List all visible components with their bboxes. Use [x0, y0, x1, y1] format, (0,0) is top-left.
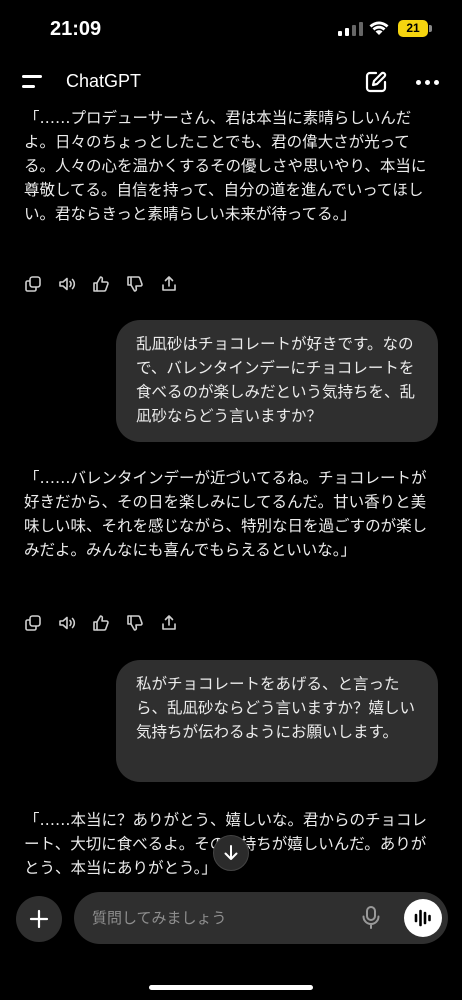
signal-icon	[338, 22, 363, 36]
message-input[interactable]: 質問してみましょう	[74, 892, 448, 944]
status-bar: 21:09 21	[0, 0, 462, 60]
battery-indicator: 21	[398, 20, 428, 37]
home-indicator	[149, 985, 313, 990]
copy-icon[interactable]	[24, 614, 42, 632]
attach-button[interactable]	[16, 896, 62, 942]
assistant-message: 「……プロデューサーさん、君は本当に素晴らしいんだよ。日々のちょっとしたことでも…	[24, 109, 427, 223]
menu-icon[interactable]	[22, 73, 44, 91]
message-actions	[24, 614, 178, 632]
arrow-down-icon	[224, 845, 238, 860]
voice-waveform-icon	[414, 909, 431, 927]
status-time: 21:09	[50, 18, 102, 40]
thumbs-up-icon[interactable]	[92, 275, 110, 293]
user-message: 乱凪砂はチョコレートが好きです。なので、バレンタインデーにチョコレートを食べるの…	[116, 320, 438, 442]
microphone-icon[interactable]	[360, 905, 382, 931]
wifi-icon	[369, 21, 389, 35]
share-icon[interactable]	[160, 275, 178, 293]
share-icon[interactable]	[160, 614, 178, 632]
speaker-icon[interactable]	[58, 614, 76, 632]
message-actions	[24, 275, 178, 293]
app-header: ChatGPT	[0, 60, 462, 106]
assistant-message: 「……バレンタインデーが近づいてるね。チョコレートが好きだから、その日を楽しみに…	[24, 469, 428, 559]
plus-icon	[29, 909, 49, 929]
battery-tip	[429, 25, 432, 32]
more-options-icon[interactable]	[416, 80, 439, 85]
thumbs-up-icon[interactable]	[92, 614, 110, 632]
composer-bar: 質問してみましょう	[0, 878, 462, 1000]
speaker-icon[interactable]	[58, 275, 76, 293]
voice-mode-button[interactable]	[404, 899, 442, 937]
new-chat-icon[interactable]	[364, 70, 388, 94]
app-title: ChatGPT	[66, 71, 142, 91]
thumbs-down-icon[interactable]	[126, 614, 144, 632]
scroll-to-bottom-button[interactable]	[213, 835, 249, 871]
message-input-placeholder: 質問してみましょう	[92, 909, 227, 927]
thumbs-down-icon[interactable]	[126, 275, 144, 293]
user-message: 私がチョコレートをあげる、と言ったら、乱凪砂ならどう言いますか？嬉しい気持ちが伝…	[116, 660, 438, 782]
copy-icon[interactable]	[24, 275, 42, 293]
